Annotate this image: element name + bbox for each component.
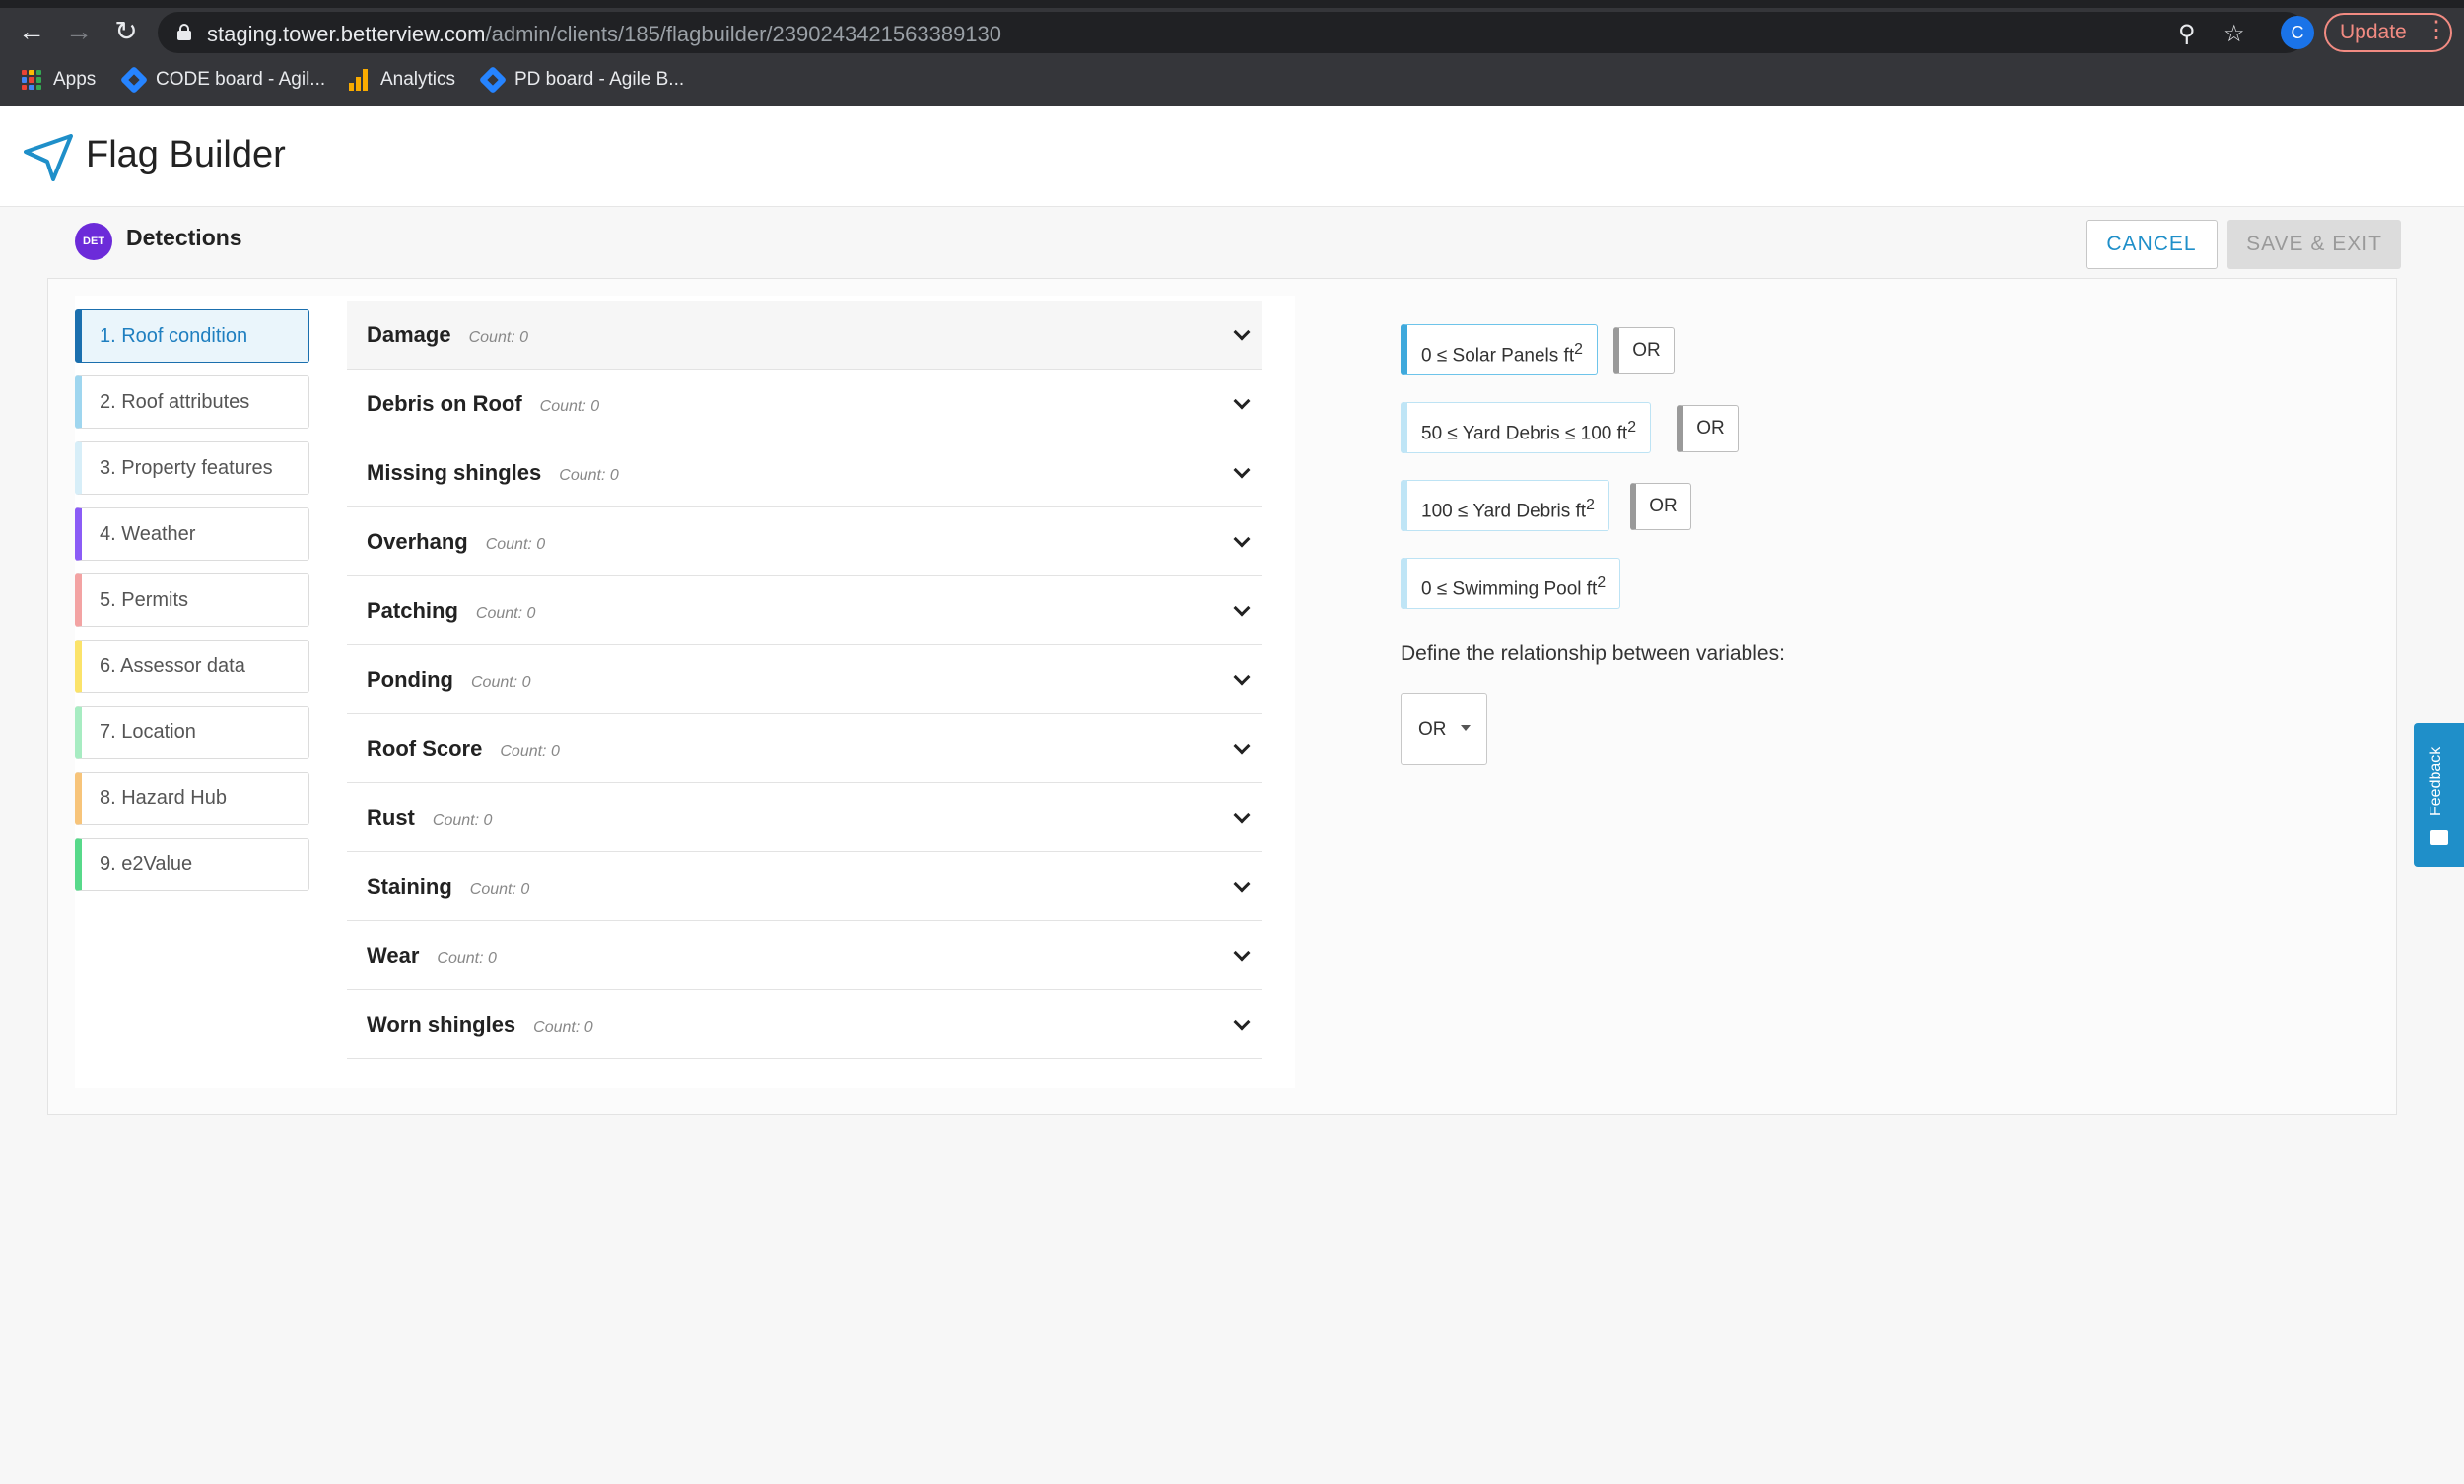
detection-name: Missing shingles (367, 460, 542, 485)
detection-count: Count: 0 (533, 1019, 593, 1036)
feedback-tab[interactable]: Feedback (2414, 723, 2464, 867)
connector-or-button[interactable]: OR (1613, 327, 1675, 374)
chevron-down-icon[interactable] (1233, 323, 1251, 341)
detection-count: Count: 0 (539, 398, 600, 415)
detection-name: Ponding (367, 667, 453, 692)
detection-count: Count: 0 (470, 674, 531, 691)
detection-count: Count: 0 (475, 605, 536, 622)
chevron-down-icon[interactable] (1233, 668, 1251, 686)
category-hazard-hub[interactable]: 8. Hazard Hub (75, 772, 309, 825)
category-property-features[interactable]: 3. Property features (75, 441, 309, 495)
bookmark-star-icon[interactable]: ☆ (2224, 20, 2245, 48)
analytics-icon (349, 69, 369, 91)
jira-icon (119, 65, 149, 95)
detection-count: Count: 0 (437, 950, 497, 967)
detection-name: Overhang (367, 529, 468, 554)
category-location[interactable]: 7. Location (75, 706, 309, 759)
detection-count: Count: 0 (559, 467, 619, 484)
relationship-select[interactable]: OR (1401, 693, 1487, 765)
chevron-down-icon[interactable] (1233, 737, 1251, 755)
chevron-down-icon[interactable] (1233, 1013, 1251, 1031)
detection-row-wear[interactable]: Wear Count: 0 (347, 921, 1262, 990)
detection-count: Count: 0 (485, 536, 546, 553)
detection-count: Count: 0 (500, 743, 560, 760)
category-permits[interactable]: 5. Permits (75, 573, 309, 627)
detection-row-overhang[interactable]: Overhang Count: 0 (347, 507, 1262, 576)
bookmark-code-board[interactable]: CODE board - Agil... (119, 65, 325, 95)
detection-row-missing-shingles[interactable]: Missing shingles Count: 0 (347, 438, 1262, 507)
feedback-label: Feedback (2428, 746, 2444, 816)
category-assessor-data[interactable]: 6. Assessor data (75, 640, 309, 693)
detection-count: Count: 0 (432, 812, 493, 829)
address-bar[interactable]: staging.tower.betterview.com/admin/clien… (158, 12, 2306, 53)
detection-name: Patching (367, 598, 458, 623)
bookmark-apps[interactable]: Apps (22, 69, 96, 91)
save-exit-button[interactable]: SAVE & EXIT (2227, 220, 2401, 269)
detection-row-patching[interactable]: Patching Count: 0 (347, 576, 1262, 645)
category-roof-condition[interactable]: 1. Roof condition (75, 309, 309, 363)
bookmark-analytics[interactable]: Analytics (349, 69, 455, 91)
detection-name: Wear (367, 943, 420, 968)
detection-name: Rust (367, 805, 415, 830)
chevron-down-icon[interactable] (1233, 944, 1251, 962)
detection-name: Worn shingles (367, 1012, 516, 1037)
detection-row-staining[interactable]: Staining Count: 0 (347, 852, 1262, 921)
connector-or-button[interactable]: OR (1630, 483, 1691, 530)
menu-kebab-icon[interactable]: ⋮ (2425, 13, 2448, 48)
detection-count: Count: 0 (468, 329, 529, 346)
category-weather[interactable]: 4. Weather (75, 507, 309, 561)
connector-or-button[interactable]: OR (1677, 405, 1739, 452)
detection-name: Debris on Roof (367, 391, 522, 416)
browser-chrome: ← → ↻ staging.tower.betterview.com/admin… (0, 0, 2464, 106)
profile-avatar[interactable]: C (2281, 16, 2314, 49)
jira-icon (478, 65, 508, 95)
chevron-down-icon[interactable] (1233, 806, 1251, 824)
chevron-down-icon[interactable] (1233, 599, 1251, 617)
variable-chip-yard-debris-range[interactable]: 50 ≤ Yard Debris ≤ 100 ft2 (1401, 402, 1652, 453)
detection-row-debris-on-roof[interactable]: Debris on Roof Count: 0 (347, 370, 1262, 438)
app-title: Flag Builder (86, 134, 286, 175)
back-icon[interactable]: ← (16, 16, 47, 47)
reload-icon[interactable]: ↻ (110, 16, 142, 47)
tab-strip (0, 0, 2464, 8)
variable-chip-yard-debris-min[interactable]: 100 ≤ Yard Debris ft2 (1401, 480, 1609, 531)
detection-row-rust[interactable]: Rust Count: 0 (347, 783, 1262, 852)
detections-badge: DET (75, 223, 112, 260)
bookmarks-bar: Apps CODE board - Agil... Analytics PD b… (0, 63, 2464, 102)
betterview-logo-icon (24, 134, 73, 181)
chevron-down-icon[interactable] (1233, 875, 1251, 893)
detection-name: Damage (367, 322, 451, 347)
detection-name: Staining (367, 874, 452, 899)
apps-grid-icon (22, 70, 41, 90)
category-roof-attributes[interactable]: 2. Roof attributes (75, 375, 309, 429)
variable-chip-swimming-pool[interactable]: 0 ≤ Swimming Pool ft2 (1401, 558, 1621, 609)
detection-row-ponding[interactable]: Ponding Count: 0 (347, 645, 1262, 714)
section-title: Detections (126, 225, 242, 250)
detection-name: Roof Score (367, 736, 483, 761)
url-text[interactable]: staging.tower.betterview.com/admin/clien… (207, 22, 1001, 47)
app-header: Flag Builder (0, 106, 2464, 207)
feedback-icon (2430, 830, 2448, 845)
forward-icon[interactable]: → (63, 16, 95, 47)
caret-down-icon (1461, 725, 1471, 731)
lock-icon (177, 24, 191, 40)
detection-row-damage[interactable]: Damage Count: 0 (347, 301, 1262, 370)
bookmark-pd-board[interactable]: PD board - Agile B... (478, 65, 684, 95)
chevron-down-icon[interactable] (1233, 392, 1251, 410)
cancel-button[interactable]: CANCEL (2086, 220, 2218, 269)
chevron-down-icon[interactable] (1233, 461, 1251, 479)
relationship-value: OR (1418, 719, 1447, 740)
category-e2value[interactable]: 9. e2Value (75, 838, 309, 891)
relationship-label: Define the relationship between variable… (1401, 642, 1785, 665)
variable-chip-solar-panels[interactable]: 0 ≤ Solar Panels ft2 (1401, 324, 1598, 375)
chevron-down-icon[interactable] (1233, 530, 1251, 548)
detection-count: Count: 0 (469, 881, 530, 898)
detection-row-roof-score[interactable]: Roof Score Count: 0 (347, 714, 1262, 783)
detection-row-worn-shingles[interactable]: Worn shingles Count: 0 (347, 990, 1262, 1059)
zoom-icon[interactable]: ⚲ (2178, 20, 2196, 48)
